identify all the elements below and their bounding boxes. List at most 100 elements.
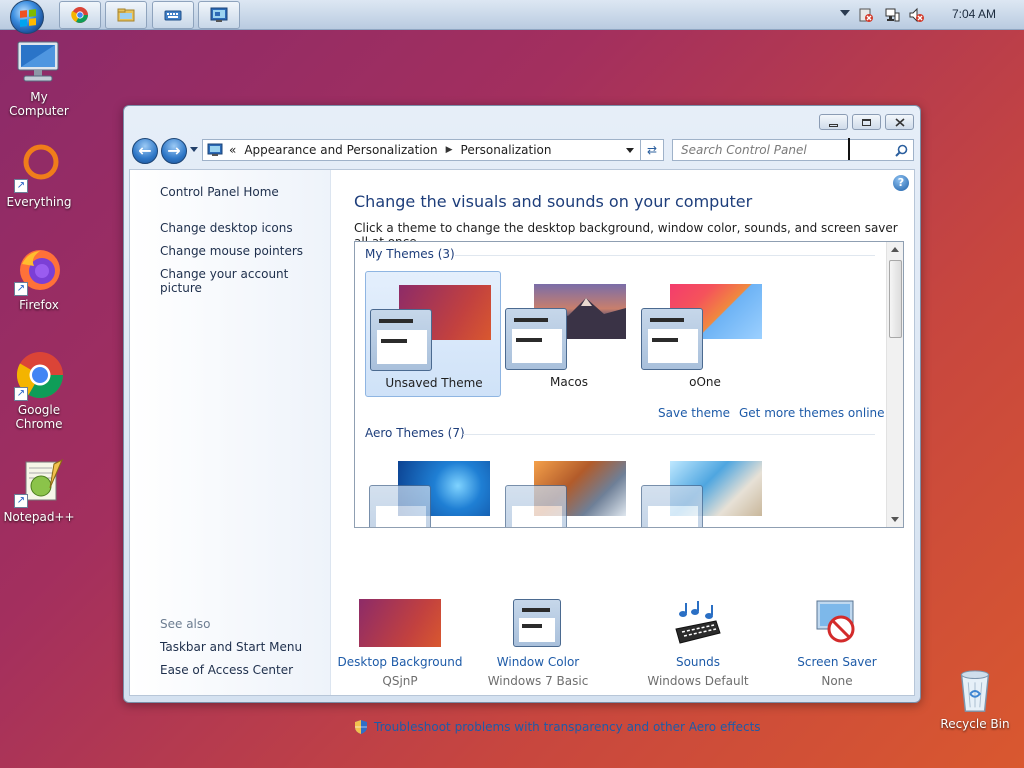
control-panel-home-link[interactable]: Control Panel Home: [160, 185, 279, 199]
search-input[interactable]: Search Control Panel: [672, 138, 914, 161]
windows-logo-icon: [10, 0, 44, 34]
explorer-taskbar-button[interactable]: [105, 1, 147, 29]
theme-oone[interactable]: oOne: [637, 271, 773, 397]
troubleshoot-text[interactable]: Troubleshoot problems with transparency …: [374, 720, 761, 734]
ease-of-access-link[interactable]: Ease of Access Center: [160, 663, 293, 677]
window-preview-icon: [505, 485, 567, 527]
desktop-icon-notepadpp[interactable]: ↗ Notepad++: [1, 458, 77, 524]
taskbar-start-menu-link[interactable]: Taskbar and Start Menu: [160, 640, 302, 654]
control-panel-icon: [207, 143, 223, 156]
desktop-icon-label: Firefox: [19, 298, 59, 312]
window-preview-icon: [641, 485, 703, 527]
desktop-icon-label: Everything: [6, 195, 72, 209]
get-more-themes-link[interactable]: Get more themes online: [739, 406, 885, 420]
change-account-picture-link[interactable]: Change your account picture: [160, 267, 330, 295]
my-themes-header[interactable]: My Themes (3): [365, 247, 455, 261]
control-panel-taskbar-button[interactable]: [198, 1, 240, 29]
desktop-background-value: QSjnP: [382, 674, 418, 688]
help-button[interactable]: ?: [893, 175, 909, 191]
window-color-setting[interactable]: Window Color Windows 7 Basic: [468, 599, 608, 688]
shortcut-arrow-icon: ↗: [14, 494, 28, 508]
change-mouse-pointers-link[interactable]: Change mouse pointers: [160, 244, 303, 258]
breadcrumb-overflow[interactable]: «: [229, 143, 236, 157]
sounds-value: Windows Default: [647, 674, 749, 688]
theme-windows-7[interactable]: [365, 448, 501, 527]
window-color-icon: [513, 599, 561, 647]
theme-unsaved[interactable]: Unsaved Theme: [365, 271, 501, 397]
shortcut-arrow-icon: ↗: [14, 387, 28, 401]
volume-muted-icon[interactable]: [908, 7, 924, 23]
refresh-icon: ⇄: [646, 143, 658, 157]
chrome-icon: [71, 7, 88, 23]
theme-list-scrollbar[interactable]: [886, 242, 903, 527]
desktop-icon-label: My Computer: [9, 90, 69, 118]
sounds-icon: [675, 601, 721, 644]
see-also-label: See also: [160, 617, 211, 631]
breadcrumb-personalization[interactable]: Personalization: [461, 143, 552, 157]
screen-saver-pic: [811, 599, 863, 647]
back-button[interactable]: ←: [132, 138, 158, 164]
desktop-icon-label: Recycle Bin: [940, 717, 1010, 731]
main-pane: ? Change the visuals and sounds on your …: [330, 170, 914, 734]
keyboard-taskbar-button[interactable]: [152, 1, 194, 29]
minimize-button[interactable]: [819, 114, 848, 130]
network-icon[interactable]: [884, 7, 900, 23]
theme-architecture[interactable]: [501, 448, 637, 527]
chrome-taskbar-button[interactable]: [59, 1, 101, 29]
back-arrow-icon: ←: [138, 141, 152, 160]
change-desktop-icons-link[interactable]: Change desktop icons: [160, 221, 293, 235]
address-dropdown-icon[interactable]: [626, 148, 634, 153]
desktop-background-link[interactable]: Desktop Background: [330, 655, 470, 669]
desktop-icon-label: Notepad++: [3, 510, 75, 524]
help-icon: ?: [897, 176, 905, 189]
search-icon[interactable]: [895, 144, 908, 157]
desktop-icon-everything[interactable]: ↗ Everything: [1, 143, 77, 209]
breadcrumb-separator-icon[interactable]: ▶: [446, 145, 453, 155]
theme-macos[interactable]: Macos: [501, 271, 637, 397]
action-center-icon[interactable]: [858, 7, 874, 23]
control-panel-icon: [210, 7, 228, 22]
recycle-bin-icon: [960, 670, 990, 712]
screen-saver-link[interactable]: Screen Saver: [767, 655, 907, 669]
recent-pages-dropdown[interactable]: [190, 147, 198, 152]
scroll-thumb[interactable]: [889, 260, 902, 338]
desktop-background-setting[interactable]: Desktop Background QSjnP: [330, 599, 470, 688]
maximize-button[interactable]: [852, 114, 881, 130]
close-button[interactable]: [885, 114, 914, 130]
show-hidden-icons-icon[interactable]: [840, 10, 850, 16]
sounds-pic: [672, 599, 724, 647]
desktop-icon-firefox[interactable]: ↗ Firefox: [1, 246, 77, 312]
screen-saver-setting[interactable]: Screen Saver None: [767, 599, 907, 688]
sounds-setting[interactable]: Sounds Windows Default: [628, 599, 768, 688]
refresh-button[interactable]: ⇄: [640, 139, 664, 161]
scroll-down-icon[interactable]: [891, 517, 899, 522]
maximize-icon: [862, 118, 871, 126]
screen-saver-icon: [816, 600, 855, 643]
address-bar: ← → « Appearance and Personalization ▶ P…: [132, 136, 914, 164]
theme-name: Unsaved Theme: [385, 376, 483, 390]
scroll-up-icon[interactable]: [891, 247, 899, 252]
sounds-link[interactable]: Sounds: [628, 655, 768, 669]
theme-name: oOne: [689, 375, 721, 389]
personalization-window: ← → « Appearance and Personalization ▶ P…: [123, 105, 921, 734]
clock[interactable]: 7:04 AM: [952, 7, 996, 21]
window-color-pic: [513, 599, 563, 647]
shield-icon: [355, 720, 367, 734]
window-preview-icon: [370, 309, 432, 371]
desktop-icon-my-computer[interactable]: My Computer: [1, 38, 77, 118]
theme-characters[interactable]: [637, 448, 773, 527]
save-theme-link[interactable]: Save theme: [658, 406, 730, 420]
aero-themes-header[interactable]: Aero Themes (7): [365, 426, 465, 440]
theme-name: Macos: [550, 375, 588, 389]
theme-list[interactable]: My Themes (3) Unsaved Theme Macos oOne S…: [354, 241, 904, 528]
window-color-link[interactable]: Window Color: [468, 655, 608, 669]
screen-saver-value: None: [821, 674, 853, 688]
desktop-icon-recycle-bin[interactable]: Recycle Bin: [937, 667, 1013, 731]
start-button[interactable]: [8, 0, 46, 34]
desktop-icon-google-chrome[interactable]: ↗ Google Chrome: [1, 351, 77, 431]
troubleshoot-link[interactable]: Troubleshoot problems with transparency …: [354, 719, 761, 735]
keyboard-icon: [164, 10, 182, 21]
forward-button[interactable]: →: [161, 138, 187, 164]
breadcrumb[interactable]: « Appearance and Personalization ▶ Perso…: [202, 139, 641, 161]
breadcrumb-appearance[interactable]: Appearance and Personalization: [244, 143, 437, 157]
